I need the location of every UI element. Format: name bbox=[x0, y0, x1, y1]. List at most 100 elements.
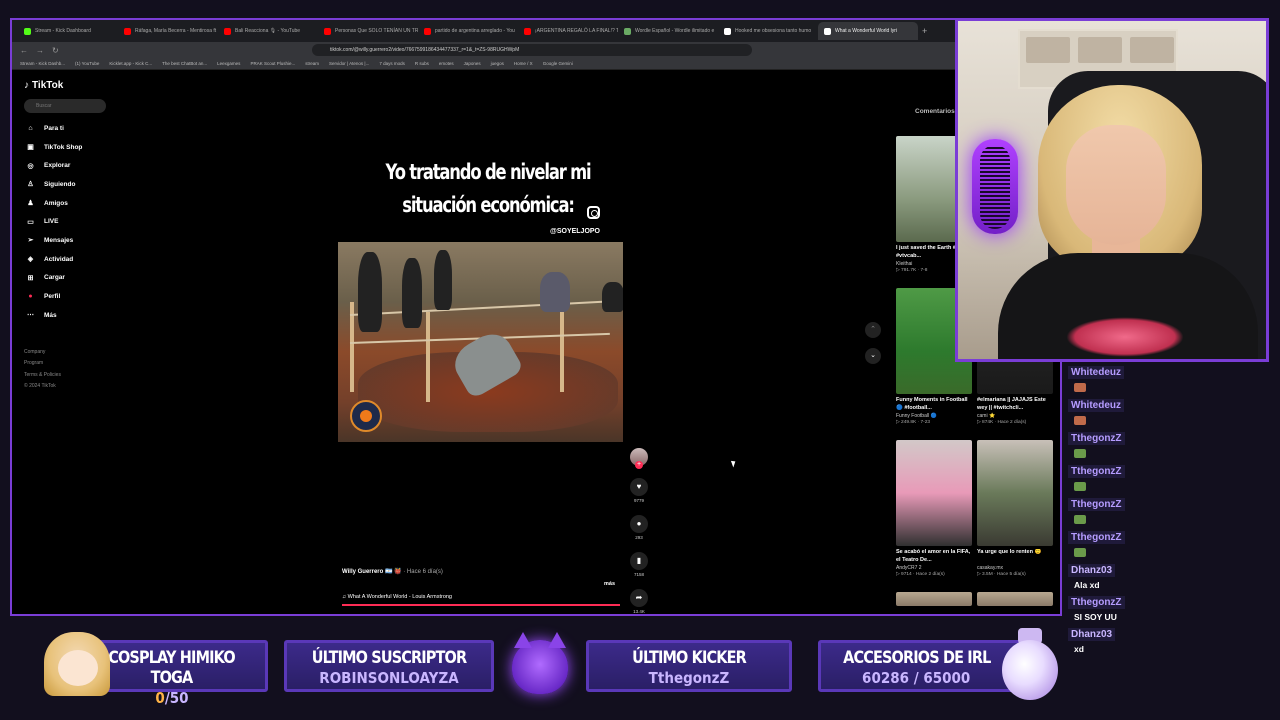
chat-username[interactable]: TthegonzZ bbox=[1068, 432, 1125, 445]
bookmark-item[interactable]: The best ChatBot an... bbox=[162, 61, 207, 66]
share-icon[interactable]: ➦ bbox=[630, 589, 648, 607]
sidebar-item-siguiendo[interactable]: ♙ Siguiendo bbox=[24, 175, 124, 194]
sidebar-item-tiktok-shop[interactable]: ▣ TikTok Shop bbox=[24, 138, 124, 157]
sidebar-item-label: TikTok Shop bbox=[44, 143, 83, 151]
video-player[interactable] bbox=[338, 242, 623, 442]
chat-username[interactable]: Whitedeuz bbox=[1068, 399, 1124, 412]
like-icon[interactable]: ♥ bbox=[630, 478, 648, 496]
author-avatar[interactable] bbox=[630, 448, 648, 469]
tab-favicon-icon bbox=[424, 27, 431, 35]
chat-username[interactable]: TthegonzZ bbox=[1068, 498, 1125, 511]
bookmark-item[interactable]: juegos bbox=[491, 61, 504, 66]
sidebar-item-label: Siguiendo bbox=[44, 180, 76, 188]
sidebar-item-amigos[interactable]: ♟ Amigos bbox=[24, 194, 124, 213]
video-thumbnail[interactable] bbox=[896, 592, 972, 606]
sidebar-item-live[interactable]: ▭ LIVE bbox=[24, 212, 124, 231]
chat-username[interactable]: Whitedeuz bbox=[1068, 366, 1124, 379]
bookmark-item[interactable]: stream bbox=[305, 61, 319, 66]
card-author[interactable]: casakay.mx bbox=[977, 565, 1053, 571]
browser-tab[interactable]: What a Wonderful World lyri bbox=[818, 22, 918, 40]
bookmark-item[interactable]: (1) YouTube bbox=[75, 61, 99, 66]
sidebar-item-cargar[interactable]: ⊞ Cargar bbox=[24, 269, 124, 288]
browser-tab[interactable]: Bali Reacciona 🎙 - YouTube bbox=[218, 22, 318, 40]
save-count: 7158 bbox=[633, 572, 644, 577]
bookmark-item[interactable]: emotes bbox=[439, 61, 454, 66]
forward-icon[interactable]: → bbox=[36, 46, 44, 55]
video-card[interactable]: Ya urge que lo renten 🙂 casakay.mx ▷ 3.5M … bbox=[977, 440, 1053, 577]
video-thumbnail[interactable] bbox=[896, 440, 972, 546]
previous-video-button[interactable]: ⌃ bbox=[865, 322, 881, 338]
sidebar-item-mensajes[interactable]: ➢ Mensajes bbox=[24, 231, 124, 250]
next-video-button[interactable]: ⌄ bbox=[865, 348, 881, 364]
music-link[interactable]: ♫ What A Wonderful World - Louis Armstro… bbox=[342, 594, 452, 600]
video-progress-bar[interactable] bbox=[342, 604, 620, 606]
sidebar-item-label: Mensajes bbox=[44, 236, 74, 244]
legal-link[interactable]: Program bbox=[24, 358, 124, 370]
browser-tab[interactable]: Wordle Español - Wordle ilimitado e bbox=[618, 22, 718, 40]
chat-emote-icon bbox=[1074, 548, 1086, 557]
sidebar-item-m-s[interactable]: ⋯ Más bbox=[24, 306, 124, 325]
back-icon[interactable]: ← bbox=[20, 46, 28, 55]
tiktok-logo[interactable]: ♪ TikTok bbox=[24, 80, 124, 91]
mouse-cursor-icon bbox=[730, 459, 738, 468]
browser-tab[interactable]: partido de argentina arreglado - You bbox=[418, 22, 518, 40]
bookmark-item[interactable]: 7 days mods bbox=[379, 61, 405, 66]
more-button[interactable]: más bbox=[604, 581, 615, 587]
chat-username[interactable]: TthegonzZ bbox=[1068, 531, 1125, 544]
browser-tab[interactable]: Stream - Kick Dashboard bbox=[18, 22, 118, 40]
video-thumbnail[interactable] bbox=[977, 440, 1053, 546]
sidebar-nav: ⌂ Para ti ▣ TikTok Shop ◎ Explorar ♙ Siguiendo ♟… bbox=[24, 119, 124, 325]
comment-icon[interactable]: ● bbox=[630, 515, 648, 533]
chat-username[interactable]: Dhanz03 bbox=[1068, 564, 1116, 577]
tab-bar: Stream - Kick Dashboard Ráfaga, María Bec… bbox=[12, 20, 1060, 42]
tab-favicon-icon bbox=[24, 27, 31, 35]
bookmark-item[interactable]: Google Gemini bbox=[543, 61, 573, 66]
bookmark-item[interactable]: Kicklet.app - Kick C... bbox=[109, 61, 152, 66]
bookmarks-bar: Stream - Kick Dashb... (1) YouTube Kicklet… bbox=[12, 58, 1060, 70]
person-figure bbox=[434, 250, 452, 310]
sidebar-item-perfil[interactable]: ● Perfil bbox=[24, 287, 124, 306]
legal-links: Company Program Terms & Policies © 2024 Tik… bbox=[24, 347, 124, 393]
search-input[interactable]: Buscar bbox=[24, 99, 106, 113]
legal-link[interactable]: Terms & Policies bbox=[24, 370, 124, 382]
sidebar-item-explorar[interactable]: ◎ Explorar bbox=[24, 156, 124, 175]
reload-icon[interactable]: ↻ bbox=[52, 46, 59, 55]
chat-username[interactable]: TthegonzZ bbox=[1068, 596, 1125, 609]
bookmark-item[interactable]: Japones bbox=[464, 61, 481, 66]
bookmark-item[interactable]: Servidor | Atenos |... bbox=[329, 61, 369, 66]
legal-link[interactable]: Company bbox=[24, 347, 124, 359]
video-card[interactable]: Se acabó el amor en la FIFA, el Teatro D… bbox=[896, 440, 972, 577]
bookmark-item[interactable]: Home / X bbox=[514, 61, 533, 66]
browser-window: Stream - Kick Dashboard Ráfaga, María Bec… bbox=[10, 18, 1062, 616]
browser-tab[interactable]: Hooked me obsesiona tanto humo bbox=[718, 22, 818, 40]
bookmark-item[interactable]: Leexgames bbox=[217, 61, 240, 66]
video-thumbnail[interactable] bbox=[977, 592, 1053, 606]
video-author[interactable]: Willy Guerrero 🇦🇷 👹 · Hace 6 día(s) bbox=[342, 568, 443, 575]
bookmark-icon[interactable]: ▮ bbox=[630, 552, 648, 570]
comments-tab[interactable]: Comentarios bbox=[915, 108, 955, 115]
url-input[interactable]: tiktok.com/@willy.guerrero2/video/766759… bbox=[312, 44, 752, 56]
bookmark-item[interactable]: Stream - Kick Dashb... bbox=[20, 61, 65, 66]
upload-icon: ⊞ bbox=[27, 274, 34, 282]
card-author[interactable]: cami ⭐ bbox=[977, 413, 1053, 419]
new-tab-button[interactable]: + bbox=[922, 26, 927, 36]
stream-overlay-bar: COSPLAY HIMIKO TOGA 0/50 ÚLTIMO SUSCRIPT… bbox=[0, 626, 1280, 720]
card-author[interactable]: Funny Football 🔵 bbox=[896, 413, 972, 419]
video-action-bar: ♥ 9779 ● 293 ▮ 7158 ➦ 13.4K bbox=[626, 448, 652, 614]
webcam-feed bbox=[955, 18, 1269, 362]
browser-tab[interactable]: Personas Que SOLO TENÍAN UN TRA bbox=[318, 22, 418, 40]
card-author[interactable]: AndyCR7 2 bbox=[896, 565, 972, 571]
sidebar-item-actividad[interactable]: ◈ Actividad bbox=[24, 250, 124, 269]
tiktok-note-icon: ♪ bbox=[24, 80, 29, 91]
chat-username[interactable]: TthegonzZ bbox=[1068, 465, 1125, 478]
browser-tab[interactable]: ¡ARGENTINA REGALÓ LA FINAL!? T! bbox=[518, 22, 618, 40]
sidebar-item-label: Explorar bbox=[44, 162, 71, 170]
sidebar-item-para-ti[interactable]: ⌂ Para ti bbox=[24, 119, 124, 138]
instagram-icon bbox=[587, 206, 600, 219]
tab-favicon-icon bbox=[124, 27, 131, 35]
bookmark-item[interactable]: R subs bbox=[415, 61, 429, 66]
sidebar-item-label: Actividad bbox=[44, 255, 74, 263]
person-figure bbox=[402, 258, 422, 328]
bookmark-item[interactable]: PRAK Scout Plushie... bbox=[250, 61, 295, 66]
browser-tab[interactable]: Ráfaga, María Becerra - Mentirosa ft bbox=[118, 22, 218, 40]
